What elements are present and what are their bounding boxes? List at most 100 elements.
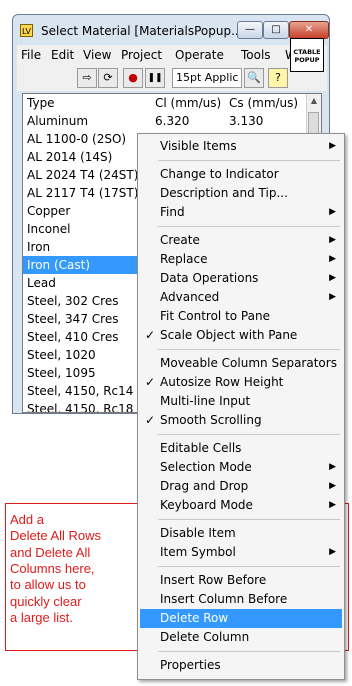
submenu-arrow-icon: ▶: [329, 207, 336, 217]
table-cell[interactable]: Inconel: [27, 220, 147, 238]
column-header-cs[interactable]: Cs (mm/us): [229, 94, 309, 112]
table-header: Type Cl (mm/us) Cs (mm/us): [23, 94, 309, 112]
menu-item-insert-row-before[interactable]: Insert Row Before: [140, 571, 342, 590]
menu-item-label: Visible Items: [160, 139, 237, 153]
menu-item-scale-object-with-pane[interactable]: ✓ Scale Object with Pane: [140, 326, 342, 345]
menu-item-delete-column[interactable]: Delete Column: [140, 628, 342, 647]
annotation-text-line: Add a: [10, 512, 44, 527]
menu-item-autosize-row-height[interactable]: ✓ Autosize Row Height: [140, 373, 342, 392]
menu-item-label: Find: [160, 205, 185, 219]
menu-item-editable-cells[interactable]: Editable Cells: [140, 439, 342, 458]
menu-item-label: Data Operations: [160, 271, 259, 285]
ctable-icon-line1: CTABLE: [293, 48, 321, 56]
submenu-arrow-icon: ▶: [329, 273, 336, 283]
menu-item-create[interactable]: Create ▶: [140, 231, 342, 250]
menu-item-label: Description and Tip...: [160, 186, 288, 200]
table-cell[interactable]: Steel, 4150, Rc14: [27, 382, 147, 400]
menu-separator: [158, 349, 340, 350]
menu-edit[interactable]: Edit: [51, 48, 74, 62]
menu-tools[interactable]: Tools: [241, 48, 271, 62]
font-selector[interactable]: 15pt Applic: [172, 68, 242, 88]
menu-item-label: Advanced: [160, 290, 220, 304]
menu-item-label: Keyboard Mode: [160, 498, 253, 512]
menu-item-replace[interactable]: Replace ▶: [140, 250, 342, 269]
menu-item-delete-row[interactable]: Delete Row: [140, 609, 342, 628]
table-cell[interactable]: AL 1100-0 (2SO): [27, 130, 147, 148]
minimize-button[interactable]: —: [237, 21, 263, 39]
submenu-arrow-icon: ▶: [329, 462, 336, 472]
run-button[interactable]: ⇨: [77, 68, 97, 88]
menu-item-drag-and-drop[interactable]: Drag and Drop ▶: [140, 477, 342, 496]
annotation-text-line: to allow us to: [10, 577, 86, 593]
help-icon[interactable]: ?: [268, 68, 288, 88]
menu-item-label: Moveable Column Separators: [160, 356, 337, 370]
menu-item-data-operations[interactable]: Data Operations ▶: [140, 269, 342, 288]
menu-item-label: Selection Mode: [160, 460, 252, 474]
submenu-arrow-icon: ▶: [329, 500, 336, 510]
checkmark-icon: ✓: [145, 413, 156, 427]
menu-operate[interactable]: Operate: [175, 48, 224, 62]
column-header-type[interactable]: Type: [27, 94, 147, 112]
labview-icon: LV: [20, 24, 33, 37]
menu-item-keyboard-mode[interactable]: Keyboard Mode ▶: [140, 496, 342, 515]
table-cell[interactable]: Steel, 347 Cres: [27, 310, 147, 328]
menu-item-item-symbol[interactable]: Item Symbol ▶: [140, 543, 342, 562]
table-cell[interactable]: Steel, 410 Cres: [27, 328, 147, 346]
annotation-text-line: and Delete All: [10, 544, 91, 560]
table-cell[interactable]: 6.320: [155, 112, 225, 130]
menu-separator: [158, 434, 340, 435]
pause-button[interactable]: ❚❚: [145, 68, 165, 88]
ctable-icon-line2: POPUP: [294, 56, 320, 64]
table-row[interactable]: Aluminum 6.320 3.130: [23, 112, 309, 130]
column-header-cl[interactable]: Cl (mm/us): [155, 94, 225, 112]
menu-item-insert-column-before[interactable]: Insert Column Before: [140, 590, 342, 609]
menu-item-fit-control-to-pane[interactable]: Fit Control to Pane: [140, 307, 342, 326]
run-continuously-button[interactable]: ⟳: [98, 68, 118, 88]
menu-item-smooth-scrolling[interactable]: ✓ Smooth Scrolling: [140, 411, 342, 430]
scroll-up-icon[interactable]: ▲: [307, 94, 321, 108]
menu-item-disable-item[interactable]: Disable Item: [140, 524, 342, 543]
search-icon[interactable]: 🔍: [244, 68, 264, 88]
maximize-button[interactable]: □: [263, 21, 289, 39]
menu-item-find[interactable]: Find ▶: [140, 203, 342, 222]
submenu-arrow-icon: ▶: [329, 292, 336, 302]
table-cell[interactable]: AL 2014 (14S): [27, 148, 147, 166]
menu-view[interactable]: View: [83, 48, 111, 62]
title-bar[interactable]: LV Select Material [MaterialsPopup.... —…: [13, 15, 329, 45]
menu-item-label: Replace: [160, 252, 208, 266]
submenu-arrow-icon: ▶: [329, 141, 336, 151]
menu-item-label: Disable Item: [160, 526, 236, 540]
menu-project[interactable]: Project: [121, 48, 162, 62]
menu-item-change-to-indicator[interactable]: Change to Indicator: [140, 165, 342, 184]
menu-item-label: Autosize Row Height: [160, 375, 284, 389]
table-cell[interactable]: Iron: [27, 238, 147, 256]
menu-item-multi-line-input[interactable]: Multi-line Input: [140, 392, 342, 411]
table-cell[interactable]: Lead: [27, 274, 147, 292]
table-cell[interactable]: AL 2117 T4 (17ST): [27, 184, 147, 202]
menu-item-visible-items[interactable]: Visible Items ▶: [140, 137, 342, 156]
table-cell[interactable]: Aluminum: [27, 112, 147, 130]
menu-item-properties[interactable]: Properties: [140, 656, 342, 675]
menu-file[interactable]: File: [21, 48, 41, 62]
close-button[interactable]: ✕: [289, 21, 329, 39]
submenu-arrow-icon: ▶: [329, 235, 336, 245]
abort-button[interactable]: ●: [123, 68, 143, 88]
table-cell[interactable]: 3.130: [229, 112, 309, 130]
table-cell[interactable]: Steel, 4150, Rc18: [27, 400, 147, 412]
table-cell[interactable]: AL 2024 T4 (24ST): [27, 166, 147, 184]
table-cell[interactable]: Copper: [27, 202, 147, 220]
ctable-popup-icon: CTABLE POPUP: [290, 38, 324, 72]
window-title: Select Material [MaterialsPopup....: [41, 24, 241, 38]
menu-separator: [158, 566, 340, 567]
menu-item-advanced[interactable]: Advanced ▶: [140, 288, 342, 307]
table-cell[interactable]: Iron (Cast): [27, 256, 147, 274]
table-cell[interactable]: Steel, 1095: [27, 364, 147, 382]
menu-item-moveable-column-separators[interactable]: Moveable Column Separators: [140, 354, 342, 373]
menu-item-selection-mode[interactable]: Selection Mode ▶: [140, 458, 342, 477]
table-cell[interactable]: Steel, 302 Cres: [27, 292, 147, 310]
menu-item-label: Editable Cells: [160, 441, 242, 455]
menu-item-description-and-tip[interactable]: Description and Tip...: [140, 184, 342, 203]
menu-item-label: Smooth Scrolling: [160, 413, 262, 427]
submenu-arrow-icon: ▶: [329, 254, 336, 264]
table-cell[interactable]: Steel, 1020: [27, 346, 147, 364]
